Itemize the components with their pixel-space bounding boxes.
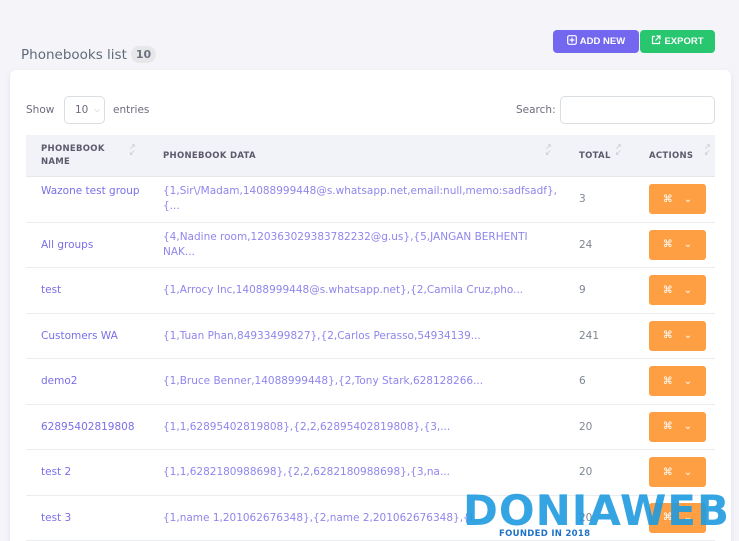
command-icon: ⌘ xyxy=(662,375,673,387)
chevron-down-icon: ⌄ xyxy=(683,421,693,432)
chevron-down-icon: ⌄ xyxy=(683,193,693,205)
entries-per-page-select[interactable]: 10 ⌵ xyxy=(64,96,105,124)
sort-icon[interactable]: ↗ ↙ xyxy=(129,143,136,157)
chevron-down-icon: ⌄ xyxy=(683,239,693,250)
chevron-down-icon: ⌄ xyxy=(683,466,693,478)
phonebook-name-link[interactable]: Wazone test group xyxy=(41,184,151,199)
column-header-total[interactable]: TOTAL xyxy=(579,150,619,163)
chevron-down-icon: ⌄ xyxy=(683,375,693,387)
chevron-down-icon: ⌵ xyxy=(94,105,100,114)
actions-dropdown-button[interactable]: ⌘ ⌄ xyxy=(649,184,706,214)
phonebook-data-cell: {1,Tuan Phan,84933499827},{2,Carlos Pera… xyxy=(163,329,481,342)
table-row: test {1,Arrocy Inc,14088999448@s.whatsap… xyxy=(26,268,715,314)
entries-select-value: 10 xyxy=(75,104,89,116)
column-header-phonebook-name[interactable]: PHONEBOOK NAME xyxy=(41,143,121,169)
phonebook-name-link[interactable]: test 2 xyxy=(41,465,151,480)
phonebook-name-link[interactable]: test 3 xyxy=(41,511,151,526)
watermark-text: DONIAWEB xyxy=(463,486,730,535)
command-icon: ⌘ xyxy=(662,421,673,432)
actions-dropdown-button[interactable]: ⌘ ⌄ xyxy=(649,457,706,487)
command-icon: ⌘ xyxy=(662,330,673,341)
actions-dropdown-button[interactable]: ⌘ ⌄ xyxy=(649,275,706,305)
phonebook-data-cell: {1,1,6282180988698},{2,2,6282180988698},… xyxy=(163,466,450,478)
chevron-down-icon: ⌄ xyxy=(683,284,693,296)
phonebook-data-cell: {1,Sir\/Madam,14088999448@s.whatsapp.net… xyxy=(163,185,557,212)
phonebook-data-cell: {1,1,62895402819808},{2,2,62895402819808… xyxy=(163,420,451,433)
table-header: PHONEBOOK NAME ↗ ↙ PHONEBOOK DATA ↗ ↙ TOTA… xyxy=(26,135,715,177)
table-row: All groups {4,Nadine room,12036302938378… xyxy=(26,223,715,268)
external-link-icon xyxy=(651,35,662,48)
command-icon: ⌘ xyxy=(662,466,673,478)
entries-label: entries xyxy=(113,104,150,116)
total-cell: 20 xyxy=(579,420,593,433)
export-label: EXPORT xyxy=(664,36,704,47)
page-header: Phonebooks list 10 ADD NEW EXPORT xyxy=(0,0,739,70)
phonebooks-card: Show 10 ⌵ entries Search: PHONEBOOK NAME… xyxy=(10,70,731,541)
show-label: Show xyxy=(26,104,55,116)
phonebook-data-cell: {4,Nadine room,120363029383782232@g.us},… xyxy=(163,230,528,258)
phonebooks-table: PHONEBOOK NAME ↗ ↙ PHONEBOOK DATA ↗ ↙ TOTA… xyxy=(26,135,715,541)
sort-icon[interactable]: ↗ ↙ xyxy=(615,143,622,157)
doniaweb-watermark-logo: DONIAWEB FOUNDED IN 2018 xyxy=(463,486,739,541)
watermark-subtitle: FOUNDED IN 2018 xyxy=(499,529,591,539)
total-cell: 3 xyxy=(579,193,586,205)
export-button[interactable]: EXPORT xyxy=(640,30,715,53)
total-cell: 24 xyxy=(579,238,593,251)
add-new-label: ADD NEW xyxy=(579,36,626,47)
command-icon: ⌘ xyxy=(662,284,673,296)
page-title: Phonebooks list 10 xyxy=(21,46,157,63)
phonebook-name-link[interactable]: All groups xyxy=(41,238,151,253)
column-header-actions: ACTIONS xyxy=(649,151,694,161)
actions-dropdown-button[interactable]: ⌘ ⌄ xyxy=(649,320,706,351)
actions-dropdown-button[interactable]: ⌘ ⌄ xyxy=(649,366,706,396)
column-header-phonebook-data[interactable]: PHONEBOOK DATA xyxy=(163,150,303,163)
sort-icon[interactable]: ↗ ↙ xyxy=(545,143,552,157)
total-cell: 20 xyxy=(579,466,593,478)
total-cell: 9 xyxy=(579,284,586,296)
search-label: Search: xyxy=(516,104,556,116)
total-cell: 241 xyxy=(579,329,600,342)
chevron-down-icon: ⌄ xyxy=(683,330,693,341)
page-title-text: Phonebooks list xyxy=(21,46,127,63)
actions-dropdown-button[interactable]: ⌘ ⌄ xyxy=(649,229,706,260)
command-icon: ⌘ xyxy=(662,193,673,205)
actions-dropdown-button[interactable]: ⌘ ⌄ xyxy=(649,411,706,442)
plus-square-icon xyxy=(566,35,577,48)
phonebook-name-link[interactable]: Customers WA xyxy=(41,329,151,344)
table-row: Wazone test group {1,Sir\/Madam,14088999… xyxy=(26,177,715,223)
phonebook-data-cell: {1,Arrocy Inc,14088999448@s.whatsapp.net… xyxy=(163,284,524,296)
phonebook-data-cell: {1,Bruce Benner,14088999448},{2,Tony Sta… xyxy=(163,375,484,387)
command-icon: ⌘ xyxy=(662,239,673,250)
phonebook-name-link[interactable]: demo2 xyxy=(41,374,151,389)
phonebook-name-link[interactable]: test xyxy=(41,283,151,298)
search-input[interactable] xyxy=(560,96,715,124)
table-row: 62895402819808 {1,1,62895402819808},{2,2… xyxy=(26,405,715,450)
table-row: demo2 {1,Bruce Benner,14088999448},{2,To… xyxy=(26,359,715,405)
count-badge: 10 xyxy=(130,46,157,63)
total-cell: 6 xyxy=(579,375,586,387)
table-row: Customers WA {1,Tuan Phan,84933499827},{… xyxy=(26,314,715,359)
sort-icon[interactable]: ↗ ↙ xyxy=(704,143,711,157)
phonebook-name-link[interactable]: 62895402819808 xyxy=(41,420,151,435)
add-new-button[interactable]: ADD NEW xyxy=(553,30,639,53)
